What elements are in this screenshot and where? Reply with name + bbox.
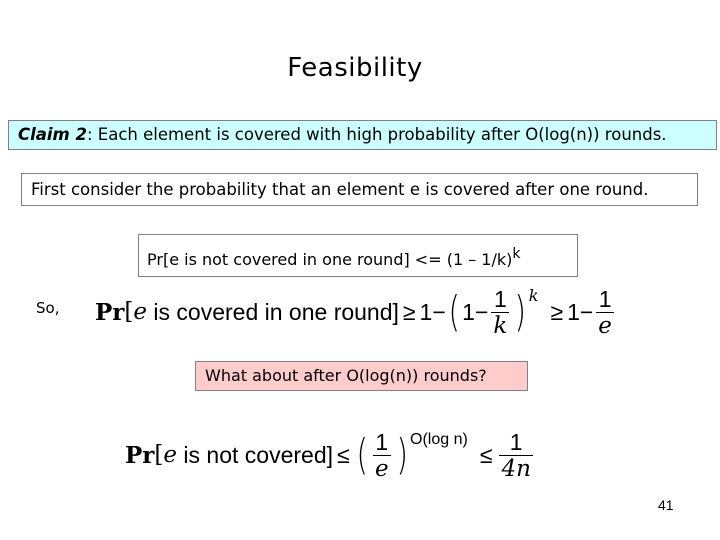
fraction-denominator: e bbox=[373, 454, 391, 482]
probability-statement-exponent: k bbox=[512, 246, 521, 262]
var-e: e bbox=[163, 442, 178, 468]
slide-title: Feasibility bbox=[287, 53, 423, 83]
exponent-k: k bbox=[528, 286, 539, 305]
one-minus: 1− bbox=[419, 298, 446, 325]
claim-text: : Each element is covered with high prob… bbox=[86, 125, 667, 144]
fraction-1-over-e: 1 e bbox=[596, 286, 614, 339]
fraction-denominator: 4n bbox=[499, 454, 533, 482]
geq-symbol-2: ≥ bbox=[550, 298, 564, 325]
equation-text: is not covered] bbox=[177, 441, 333, 468]
fraction-numerator: 1 bbox=[509, 428, 523, 455]
equation-covered: Pr [ e is covered in one round] ≥ 1− ( 1… bbox=[95, 282, 617, 342]
right-paren: ) bbox=[514, 287, 527, 336]
fraction-denominator: e bbox=[596, 311, 614, 339]
probability-statement-text: Pr[e is not covered in one round] <= (1 … bbox=[147, 250, 513, 269]
pr-operator: Pr bbox=[95, 298, 125, 326]
geq-symbol: ≥ bbox=[402, 298, 416, 325]
leq-symbol: ≤ bbox=[337, 441, 350, 468]
claim-label: Claim 2 bbox=[18, 125, 87, 144]
claim-box: Claim 2: Each element is covered with hi… bbox=[8, 120, 717, 150]
first-consider-box: First consider the probability that an e… bbox=[21, 173, 698, 206]
fraction-1-over-e: 1 e bbox=[373, 429, 391, 482]
fraction-numerator: 1 bbox=[598, 285, 612, 312]
open-bracket: [ bbox=[154, 442, 164, 468]
equation-not-covered: Pr [ e is not covered] ≤ ( 1 e ) O(log n… bbox=[125, 423, 536, 487]
leq-symbol-2: ≤ bbox=[479, 441, 493, 468]
one-minus-2: 1− bbox=[567, 298, 594, 325]
equation-text: is covered in one round] bbox=[147, 298, 399, 325]
left-paren: ( bbox=[356, 430, 368, 479]
fraction-1-over-k: 1 k bbox=[491, 285, 510, 339]
question-box: What about after O(log(n)) rounds? bbox=[195, 361, 528, 391]
so-label: So, bbox=[36, 299, 60, 317]
fraction-1-over-4n: 1 4n bbox=[499, 428, 533, 482]
pr-operator: Pr bbox=[125, 441, 155, 469]
probability-statement-box: Pr[e is not covered in one round] <= (1 … bbox=[138, 234, 578, 277]
exponent-o-log-n: O(log n) bbox=[410, 431, 468, 448]
right-paren: ) bbox=[396, 430, 408, 479]
open-bracket: [ bbox=[124, 299, 134, 325]
fraction-numerator: 1 bbox=[375, 428, 389, 455]
fraction-denominator: k bbox=[491, 311, 510, 339]
var-e: e bbox=[133, 299, 148, 325]
page-number: 41 bbox=[658, 497, 674, 513]
inner-one-minus: 1− bbox=[462, 298, 489, 325]
left-paren: ( bbox=[448, 287, 460, 336]
fraction-numerator: 1 bbox=[493, 285, 507, 312]
